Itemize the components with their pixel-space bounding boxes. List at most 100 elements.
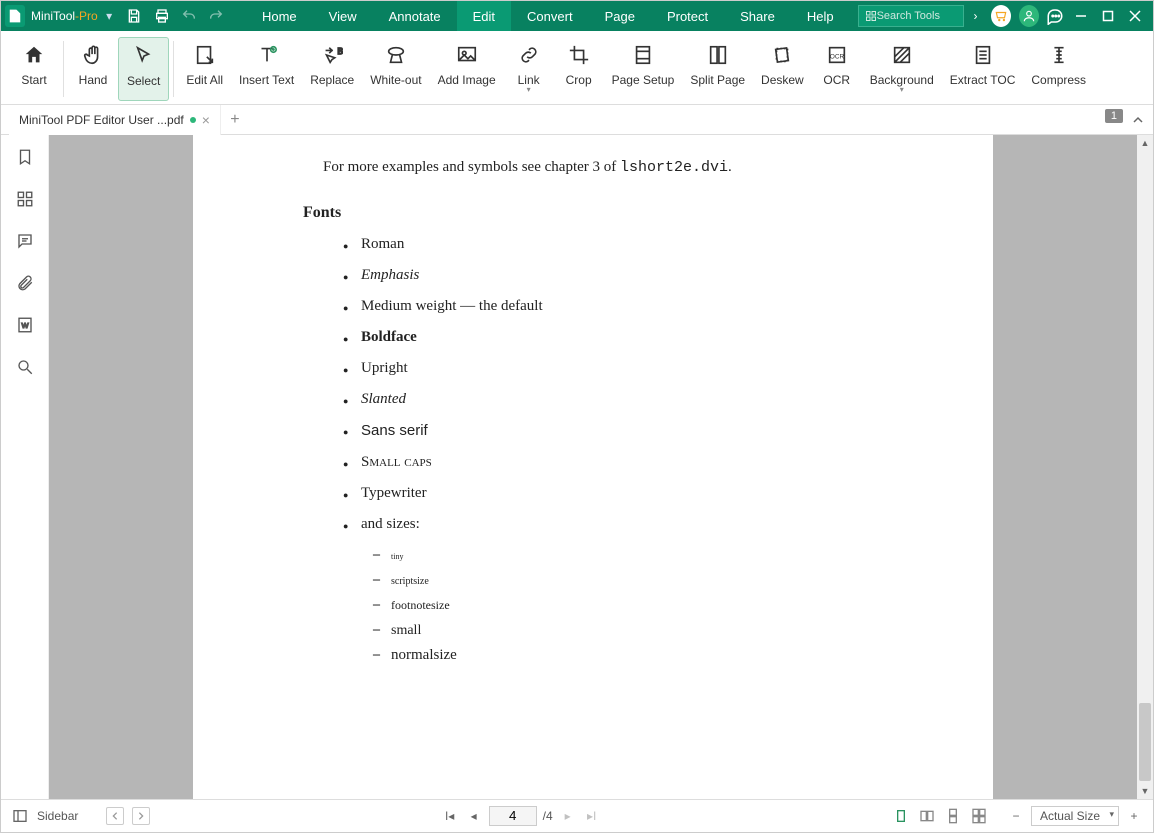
menu-convert[interactable]: Convert [511, 1, 589, 31]
tool-white-out[interactable]: White-out [362, 37, 429, 101]
word-panel-button[interactable]: W [13, 313, 37, 337]
search-tools-box[interactable] [858, 5, 964, 27]
tool-extract-toc[interactable]: Extract TOC [942, 37, 1024, 101]
list-item: Upright [343, 360, 873, 377]
toggle-sidebar-button[interactable] [11, 807, 29, 825]
vertical-scrollbar[interactable]: ▲ ▼ [1137, 135, 1153, 799]
main-menu: HomeViewAnnotateEditConvertPageProtectSh… [246, 1, 850, 31]
scroll-up-button[interactable]: ▲ [1137, 135, 1153, 151]
facing-view-button[interactable] [917, 806, 937, 826]
undo-button[interactable] [175, 1, 202, 31]
document-tab[interactable]: MiniTool PDF Editor User ...pdf × [9, 105, 221, 135]
new-tab-button[interactable]: + [221, 111, 249, 129]
fonts-heading: Fonts [303, 204, 873, 222]
list-item: Roman [343, 236, 873, 253]
menu-page[interactable]: Page [589, 1, 651, 31]
search-tools-input[interactable] [877, 10, 957, 22]
collapse-ribbon-button[interactable] [1129, 111, 1147, 129]
tool-deskew[interactable]: Deskew [753, 37, 812, 101]
tool-compress[interactable]: Compress [1023, 37, 1094, 101]
list-item: normalsize [373, 647, 873, 664]
bookmarks-panel-button[interactable] [13, 145, 37, 169]
maximize-button[interactable] [1094, 1, 1121, 31]
continuous-facing-view-button[interactable] [969, 806, 989, 826]
scroll-down-button[interactable]: ▼ [1137, 783, 1153, 799]
menu-help[interactable]: Help [791, 1, 850, 31]
list-item: Sans serif [343, 422, 873, 440]
tool-insert-text[interactable]: Insert Text [231, 37, 302, 101]
single-page-view-button[interactable] [891, 806, 911, 826]
list-item: small [373, 622, 873, 639]
menu-view[interactable]: View [313, 1, 373, 31]
tool-link[interactable]: Link▾ [504, 37, 554, 101]
svg-text:B: B [338, 47, 344, 56]
last-page-button[interactable]: ▸I [583, 807, 601, 825]
menu-share[interactable]: Share [724, 1, 791, 31]
page-input[interactable] [489, 806, 537, 826]
first-page-button[interactable]: I◂ [441, 807, 459, 825]
scroll-thumb[interactable] [1139, 703, 1151, 781]
list-item: tiny [373, 547, 873, 564]
tool-start[interactable]: Start [9, 37, 59, 101]
search-go[interactable]: › [964, 1, 988, 31]
attachments-panel-button[interactable] [13, 271, 37, 295]
menu-annotate[interactable]: Annotate [373, 1, 457, 31]
modified-indicator-icon [190, 117, 196, 123]
svg-text:OCR: OCR [830, 54, 845, 61]
pdf-page: For more examples and symbols see chapte… [193, 135, 993, 799]
tool-ocr[interactable]: OCROCR [812, 37, 862, 101]
tool-page-setup[interactable]: Page Setup [604, 37, 683, 101]
scroll-track[interactable] [1137, 151, 1153, 783]
list-item: Small caps [343, 454, 873, 471]
nav-forward-button[interactable] [132, 807, 150, 825]
font-list: RomanEmphasisMedium weight — the default… [303, 236, 873, 533]
list-item: Boldface [343, 329, 873, 346]
continuous-view-button[interactable] [943, 806, 963, 826]
tool-replace[interactable]: BReplace [302, 37, 362, 101]
list-item: and sizes: [343, 516, 873, 533]
zoom-in-button[interactable]: + [1125, 807, 1143, 825]
search-panel-button[interactable] [13, 355, 37, 379]
close-window-button[interactable] [1122, 1, 1149, 31]
tool-split-page[interactable]: Split Page [682, 37, 753, 101]
svg-text:W: W [21, 321, 29, 330]
intro-paragraph: For more examples and symbols see chapte… [323, 159, 873, 176]
titlebar: MiniTool-Pro ▾ HomeViewAnnotateEditConve… [1, 1, 1153, 31]
tool-hand[interactable]: Hand [68, 37, 118, 101]
cart-button[interactable] [991, 5, 1011, 27]
statusbar: Sidebar I◂ ◂ /4 ▸ ▸I − Actual Size + [1, 799, 1153, 831]
list-item: Slanted [343, 391, 873, 408]
document-viewport[interactable]: For more examples and symbols see chapte… [49, 135, 1137, 799]
brand-dropdown[interactable]: ▾ [104, 5, 115, 27]
account-button[interactable] [1019, 5, 1039, 27]
document-tabbar: MiniTool PDF Editor User ...pdf × + 1 [1, 105, 1153, 135]
menu-protect[interactable]: Protect [651, 1, 724, 31]
tool-add-image[interactable]: Add Image [430, 37, 504, 101]
next-page-button[interactable]: ▸ [559, 807, 577, 825]
tool-background[interactable]: Background▾ [862, 37, 942, 101]
nav-back-button[interactable] [106, 807, 124, 825]
menu-home[interactable]: Home [246, 1, 313, 31]
tool-select[interactable]: Select [118, 37, 169, 101]
save-button[interactable] [121, 1, 148, 31]
zoom-out-button[interactable]: − [1007, 807, 1025, 825]
list-item: Typewriter [343, 485, 873, 502]
zoom-select[interactable]: Actual Size [1031, 806, 1119, 826]
tool-edit-all[interactable]: Edit All [178, 37, 231, 101]
close-tab-button[interactable]: × [202, 112, 210, 128]
redo-button[interactable] [203, 1, 230, 31]
comments-panel-button[interactable] [13, 229, 37, 253]
minimize-button[interactable] [1067, 1, 1094, 31]
page-total: /4 [543, 809, 553, 823]
app-logo [5, 5, 25, 27]
feedback-button[interactable] [1043, 1, 1067, 31]
sidebar-label: Sidebar [37, 809, 78, 823]
prev-page-button[interactable]: ◂ [465, 807, 483, 825]
thumbnails-panel-button[interactable] [13, 187, 37, 211]
menu-edit[interactable]: Edit [457, 1, 511, 31]
list-item: Emphasis [343, 267, 873, 284]
tool-crop[interactable]: Crop [554, 37, 604, 101]
print-button[interactable] [148, 1, 175, 31]
tab-title: MiniTool PDF Editor User ...pdf [19, 113, 184, 127]
size-list: tinyscriptsizefootnotesizesmallnormalsiz… [303, 547, 873, 664]
